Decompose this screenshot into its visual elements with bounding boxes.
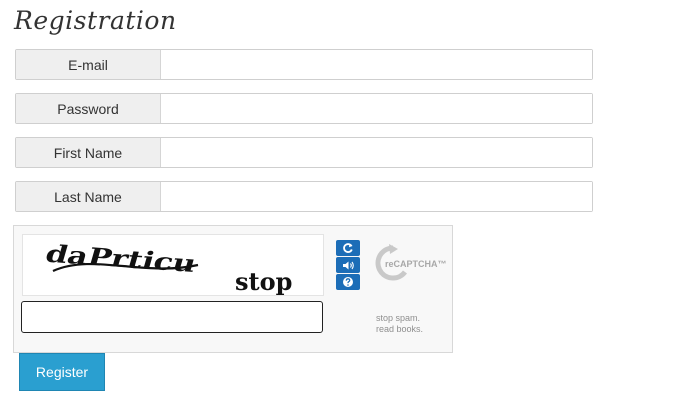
audio-button[interactable] <box>336 257 360 273</box>
first-name-label: First Name <box>16 138 161 167</box>
email-row: E-mail <box>15 49 593 80</box>
captcha-word-1: daPrticu <box>42 239 200 278</box>
password-field[interactable] <box>161 94 592 123</box>
recaptcha-tagline: stop spam. read books. <box>376 313 446 335</box>
captcha-response-input[interactable] <box>21 301 323 333</box>
help-button[interactable] <box>336 274 360 290</box>
refresh-button[interactable] <box>336 240 360 256</box>
email-label: E-mail <box>16 50 161 79</box>
first-name-field[interactable] <box>161 138 592 167</box>
recaptcha-logo: reCAPTCHA™ <box>375 244 447 281</box>
last-name-field[interactable] <box>161 182 592 211</box>
password-label: Password <box>16 94 161 123</box>
recaptcha-widget: daPrticu stop reCAPTCHA™ stop spam. read… <box>13 225 453 353</box>
first-name-row: First Name <box>15 137 593 168</box>
captcha-word-2: stop <box>235 267 293 296</box>
captcha-challenge-image: daPrticu stop <box>22 234 324 296</box>
email-field[interactable] <box>161 50 592 79</box>
password-row: Password <box>15 93 593 124</box>
help-icon <box>343 277 353 287</box>
recaptcha-logo-text: reCAPTCHA™ <box>385 259 447 269</box>
tagline-line-2: read books. <box>376 324 424 334</box>
last-name-row: Last Name <box>15 181 593 212</box>
register-button[interactable]: Register <box>19 353 105 391</box>
audio-icon <box>342 261 354 269</box>
refresh-icon <box>343 243 353 253</box>
last-name-label: Last Name <box>16 182 161 211</box>
page-title: Registration <box>14 6 177 35</box>
tagline-line-1: stop spam. <box>376 313 421 323</box>
